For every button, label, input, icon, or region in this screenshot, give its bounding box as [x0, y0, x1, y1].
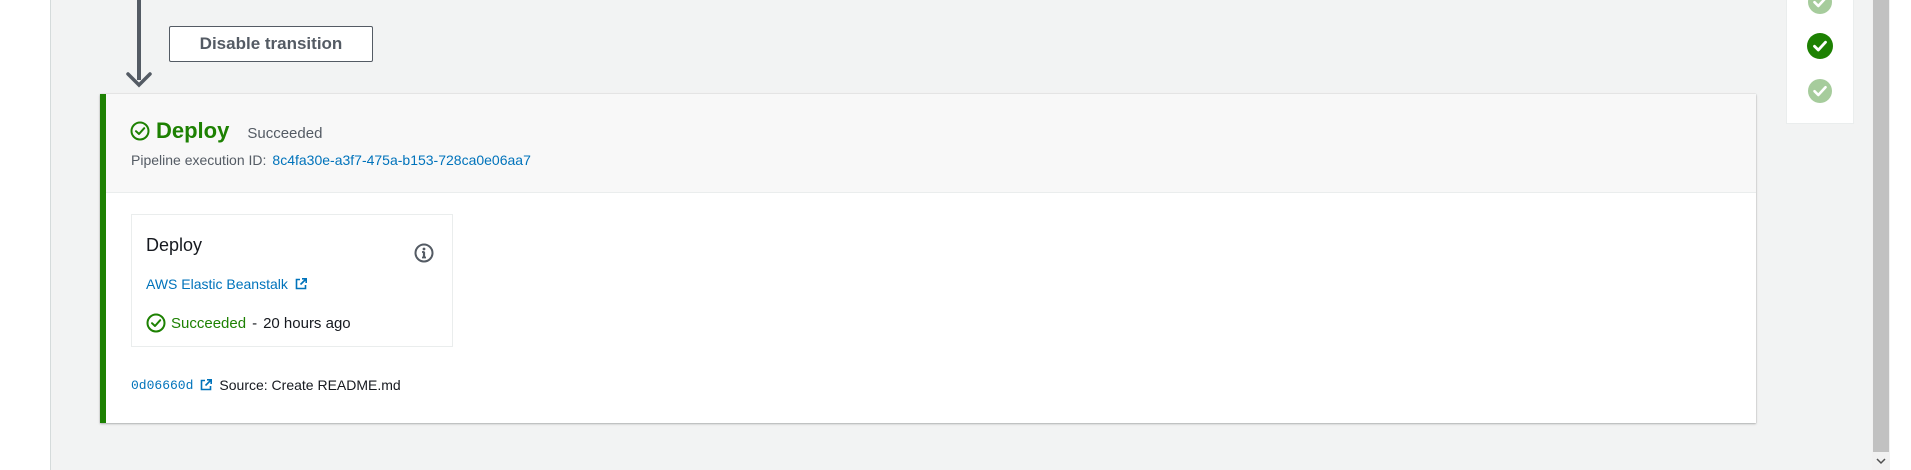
action-status-link[interactable]: Succeeded: [171, 315, 246, 332]
source-commit-message: Source: Create README.md: [219, 377, 401, 393]
action-name: Deploy: [146, 235, 203, 255]
external-link-icon: [295, 278, 307, 290]
stage-name: Deploy: [156, 118, 230, 143]
action-status-row: Succeeded - 20 hours ago: [146, 313, 351, 333]
status-separator: -: [252, 314, 258, 332]
check-circle-outline-icon: [146, 313, 166, 333]
stage-title-row: Deploy Succeeded: [130, 118, 322, 144]
action-box-deploy: Deploy AWS Elastic Beanstalk Succeeded -…: [131, 214, 453, 347]
check-circle-filled-icon[interactable]: [1807, 33, 1833, 59]
stage-card-deploy: Deploy Succeeded Pipeline execution ID: 8…: [100, 94, 1756, 423]
action-provider-label: AWS Elastic Beanstalk: [146, 276, 288, 292]
disable-transition-button[interactable]: Disable transition: [169, 26, 373, 62]
canvas: Disable transition Deploy Succeeded Pipe…: [0, 0, 1911, 470]
check-circle-light-icon[interactable]: [1807, 78, 1833, 104]
execution-id-label: Pipeline execution ID:: [131, 152, 267, 168]
execution-id-row: Pipeline execution ID: 8c4fa30e-a3f7-475a…: [131, 152, 531, 168]
stage-overview-panel: [1786, 0, 1854, 124]
action-time-ago: 20 hours ago: [263, 314, 351, 332]
execution-id-link[interactable]: 8c4fa30e-a3f7-475a-b153-728ca0e06aa7: [272, 152, 530, 168]
check-circle-outline-icon: [130, 121, 150, 141]
scrollbar-thumb[interactable]: [1873, 0, 1889, 452]
source-revision-row: 0d06660d Source: Create README.md: [131, 377, 401, 393]
vertical-scrollbar[interactable]: [1872, 0, 1890, 470]
down-arrow-icon: [126, 72, 152, 88]
scroll-down-arrow-icon[interactable]: [1872, 452, 1890, 470]
stage-status: Succeeded: [247, 124, 323, 142]
external-link-icon[interactable]: [199, 378, 213, 392]
check-circle-light-icon[interactable]: [1807, 0, 1833, 15]
stage-header: Deploy Succeeded Pipeline execution ID: 8…: [106, 94, 1756, 193]
commit-id-link[interactable]: 0d06660d: [131, 378, 193, 393]
info-icon[interactable]: [414, 243, 434, 263]
action-provider-link[interactable]: AWS Elastic Beanstalk: [146, 276, 308, 292]
